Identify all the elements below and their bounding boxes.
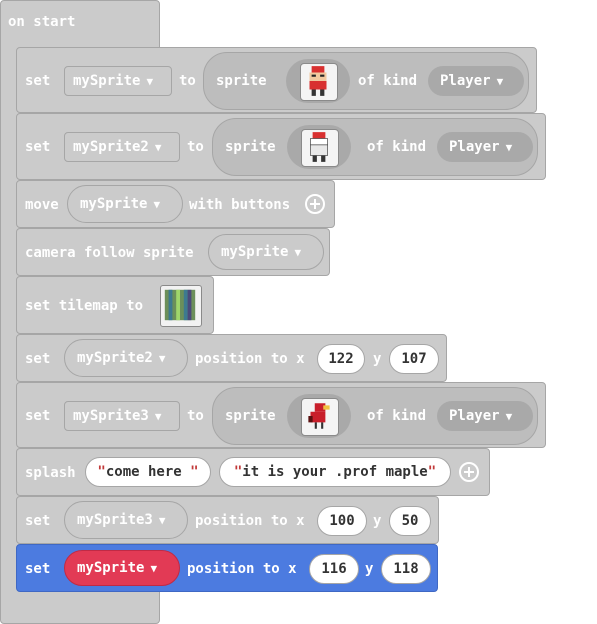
kind-dropdown[interactable]: Player ▼ bbox=[437, 132, 533, 162]
set-mysprite-block[interactable]: set mySprite ▼ to sprite of kind Player ▼ bbox=[16, 47, 537, 113]
splash-keyword: splash bbox=[25, 465, 76, 481]
y-number-input[interactable]: 118 bbox=[381, 554, 431, 584]
kind-value: Player bbox=[449, 139, 500, 155]
sprite-of-kind-reporter[interactable]: sprite of kind Player ▼ bbox=[212, 118, 538, 176]
mysprite-variable-dropdown[interactable]: mySprite ▼ bbox=[67, 185, 183, 223]
y-number-input[interactable]: 50 bbox=[389, 506, 431, 536]
variable-name: mySprite3 bbox=[77, 512, 153, 528]
set-mysprite2-position-block[interactable]: set mySprite2 ▼ position to x 122 y 107 bbox=[16, 334, 447, 382]
x-number-input[interactable]: 122 bbox=[317, 344, 365, 374]
tilemap-thumbnail-icon[interactable] bbox=[160, 285, 202, 327]
set-tilemap-label: set tilemap to bbox=[25, 298, 144, 314]
set-keyword: set bbox=[25, 139, 51, 155]
chevron-down-icon: ▼ bbox=[146, 75, 154, 88]
to-keyword: to bbox=[187, 408, 204, 424]
sprite-keyword: sprite bbox=[216, 73, 267, 89]
kind-dropdown[interactable]: Player ▼ bbox=[428, 66, 524, 96]
sprite-keyword: sprite bbox=[225, 139, 276, 155]
set-mysprite3-position-block[interactable]: set mySprite3 ▼ position to x 100 y 50 bbox=[16, 496, 439, 544]
to-keyword: to bbox=[179, 73, 196, 89]
splash-subtitle-input[interactable]: "it is your .prof maple" bbox=[219, 457, 451, 487]
y-label: y bbox=[373, 351, 382, 367]
sprite-of-kind-reporter[interactable]: sprite of kind Player ▼ bbox=[212, 387, 538, 445]
sprite-image-field[interactable] bbox=[287, 394, 351, 438]
variable-name: mySprite bbox=[77, 560, 145, 576]
red-bird-sprite-icon bbox=[301, 398, 339, 436]
set-keyword: set bbox=[25, 351, 51, 367]
y-number-input[interactable]: 107 bbox=[389, 344, 439, 374]
chevron-down-icon: ▼ bbox=[154, 410, 162, 423]
sprite-of-kind-reporter[interactable]: sprite of kind Player ▼ bbox=[203, 52, 529, 110]
to-keyword: to bbox=[187, 139, 204, 155]
variable-name: mySprite2 bbox=[77, 350, 153, 366]
with-buttons-keyword: with buttons bbox=[189, 197, 291, 213]
move-keyword: move bbox=[25, 197, 59, 213]
trainer-sprite-icon bbox=[300, 63, 338, 101]
camera-follow-label: camera follow sprite bbox=[25, 245, 194, 261]
trainer-back-sprite-icon bbox=[301, 129, 339, 167]
variable-name: mySprite bbox=[80, 196, 148, 212]
x-number-input[interactable]: 116 bbox=[309, 554, 359, 584]
sprite-image-field[interactable] bbox=[287, 125, 351, 169]
kind-dropdown[interactable]: Player ▼ bbox=[437, 401, 533, 431]
of-kind-keyword: of kind bbox=[367, 139, 427, 155]
position-to-x-label: position to x bbox=[187, 561, 297, 577]
mysprite-variable-dropdown[interactable]: mySprite ▼ bbox=[208, 234, 324, 270]
chevron-down-icon: ▼ bbox=[153, 198, 161, 211]
chevron-down-icon: ▼ bbox=[150, 562, 158, 575]
mysprite3-variable-dropdown[interactable]: mySprite3 ▼ bbox=[64, 401, 180, 431]
set-keyword: set bbox=[25, 408, 51, 424]
chevron-down-icon: ▼ bbox=[158, 352, 166, 365]
mysprite2-variable-dropdown[interactable]: mySprite2 ▼ bbox=[64, 132, 180, 162]
string-value: it is your .prof maple bbox=[242, 464, 428, 480]
position-to-x-label: position to x bbox=[195, 513, 305, 529]
set-keyword: set bbox=[25, 513, 51, 529]
chevron-down-icon: ▼ bbox=[496, 75, 504, 88]
set-mysprite2-block[interactable]: set mySprite2 ▼ to sprite of kind Player ▼ bbox=[16, 113, 546, 180]
chevron-down-icon: ▼ bbox=[154, 141, 162, 154]
mysprite3-variable-dropdown[interactable]: mySprite3 ▼ bbox=[64, 501, 188, 539]
chevron-down-icon: ▼ bbox=[505, 141, 513, 154]
expand-plus-icon[interactable] bbox=[459, 462, 479, 482]
expand-plus-icon[interactable] bbox=[305, 194, 325, 214]
splash-block[interactable]: splash "come here " "it is your .prof ma… bbox=[16, 448, 490, 496]
set-keyword: set bbox=[25, 73, 51, 89]
mysprite-variable-dropdown[interactable]: mySprite ▼ bbox=[64, 550, 180, 586]
of-kind-keyword: of kind bbox=[367, 408, 427, 424]
variable-name: mySprite bbox=[73, 73, 141, 89]
chevron-down-icon: ▼ bbox=[158, 514, 166, 527]
mysprite2-variable-dropdown[interactable]: mySprite2 ▼ bbox=[64, 339, 188, 377]
y-label: y bbox=[373, 513, 382, 529]
chevron-down-icon: ▼ bbox=[505, 410, 513, 423]
of-kind-keyword: of kind bbox=[358, 73, 418, 89]
y-label: y bbox=[365, 561, 374, 577]
kind-value: Player bbox=[440, 73, 491, 89]
mysprite-variable-dropdown[interactable]: mySprite ▼ bbox=[64, 66, 172, 96]
x-number-input[interactable]: 100 bbox=[317, 506, 367, 536]
sprite-keyword: sprite bbox=[225, 408, 276, 424]
string-value: come here bbox=[105, 464, 191, 480]
set-mysprite3-block[interactable]: set mySprite3 ▼ to sprite of kind Player ▼ bbox=[16, 382, 546, 448]
camera-follow-sprite-block[interactable]: camera follow sprite mySprite ▼ bbox=[16, 228, 330, 276]
on-start-label: on start bbox=[8, 14, 76, 30]
position-to-x-label: position to x bbox=[195, 351, 305, 367]
variable-name: mySprite2 bbox=[73, 139, 149, 155]
variable-name: mySprite bbox=[221, 244, 289, 260]
set-keyword: set bbox=[25, 561, 51, 577]
variable-name: mySprite3 bbox=[73, 408, 149, 424]
set-mysprite-position-block[interactable]: set mySprite ▼ position to x 116 y 118 bbox=[16, 544, 438, 592]
splash-title-input[interactable]: "come here " bbox=[85, 457, 211, 487]
kind-value: Player bbox=[449, 408, 500, 424]
move-with-buttons-block[interactable]: move mySprite ▼ with buttons bbox=[16, 180, 335, 228]
sprite-image-field[interactable] bbox=[286, 59, 350, 103]
set-tilemap-block[interactable]: set tilemap to bbox=[16, 276, 214, 334]
chevron-down-icon: ▼ bbox=[294, 246, 302, 259]
